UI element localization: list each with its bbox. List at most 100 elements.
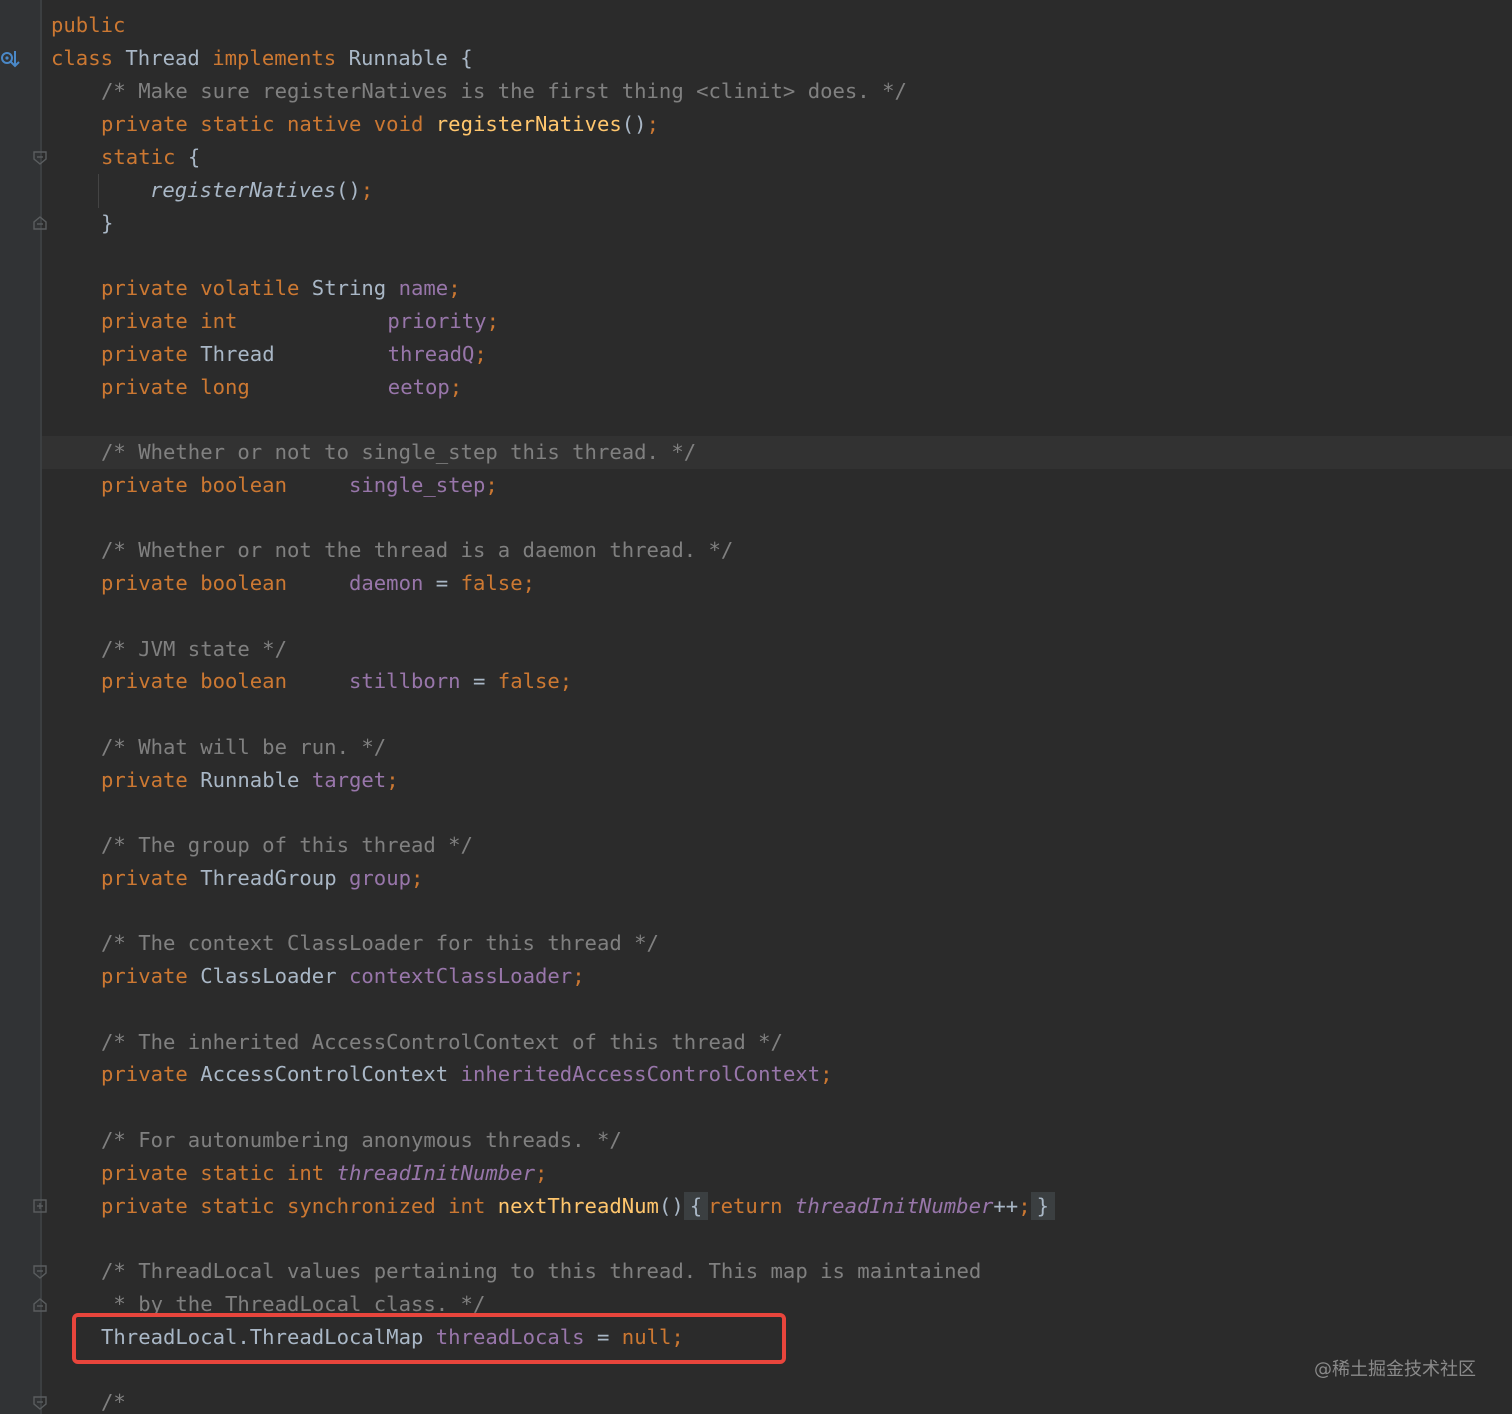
code-line[interactable]: private static int threadInitNumber; (101, 1157, 547, 1190)
code-line[interactable]: private boolean stillborn = false; (101, 665, 572, 698)
type-name: ClassLoader (200, 964, 337, 988)
field-name: target (311, 768, 387, 792)
keyword: private boolean (101, 571, 287, 595)
code-line[interactable]: private long eetop; (101, 371, 462, 404)
code-line[interactable]: private Thread threadQ; (101, 338, 487, 371)
punctuation: () (658, 1194, 684, 1218)
field-name: threadQ (387, 342, 475, 366)
folded-block-start[interactable]: { (683, 1192, 709, 1220)
code-line[interactable]: static { (101, 141, 200, 174)
code-line[interactable]: /* The inherited AccessControlContext of… (101, 1026, 783, 1059)
comment: /* The inherited AccessControlContext of… (101, 1030, 783, 1054)
keyword: private (101, 1062, 188, 1086)
code-line[interactable]: /* (101, 1386, 126, 1414)
highlight-annotation-box (72, 1313, 786, 1364)
field-name: stillborn (348, 669, 461, 693)
fold-icon[interactable] (33, 1298, 47, 1312)
comment: /* JVM state */ (101, 637, 287, 661)
comment: /* ThreadLocal values pertaining to this… (101, 1259, 982, 1283)
code-line[interactable]: private static synchronized int nextThre… (101, 1190, 1055, 1223)
keyword: implements (212, 46, 337, 70)
keyword: private boolean (101, 473, 287, 497)
code-line[interactable]: registerNatives(); (150, 174, 373, 207)
keyword: private (101, 964, 188, 988)
keyword: private volatile (101, 276, 300, 300)
folded-block-end[interactable]: } (1030, 1192, 1055, 1220)
keyword: private boolean (101, 669, 287, 693)
code-line[interactable]: } (101, 207, 113, 240)
comment: /* Make sure registerNatives is the firs… (101, 79, 907, 103)
keyword: public (51, 13, 126, 37)
field-name: daemon (348, 571, 424, 595)
expand-fold-icon[interactable] (33, 1199, 47, 1213)
keyword: private (101, 342, 188, 366)
type-name: AccessControlContext (200, 1062, 449, 1086)
code-line[interactable]: /* Whether or not to single_step this th… (101, 436, 696, 469)
keyword: private int (101, 309, 238, 333)
comment: /* What will be run. */ (101, 735, 387, 759)
method-name: registerNatives (435, 112, 622, 136)
keyword: static (101, 145, 176, 169)
fold-icon[interactable] (33, 216, 47, 230)
code-line[interactable]: /* The group of this thread */ (101, 829, 473, 862)
semicolon: ; (485, 473, 498, 497)
comment: /* The context ClassLoader for this thre… (101, 931, 659, 955)
code-line[interactable]: /* For autonumbering anonymous threads. … (101, 1124, 622, 1157)
code-line[interactable]: private Runnable target; (101, 764, 399, 797)
code-line[interactable]: private boolean single_step; (101, 469, 498, 502)
comment: /* Whether or not the thread is a daemon… (101, 538, 734, 562)
code-line[interactable]: private int priority; (101, 305, 499, 338)
semicolon: ; (559, 669, 573, 693)
code-line[interactable]: private boolean daemon = false; (101, 567, 535, 600)
code-line[interactable]: /* JVM state */ (101, 633, 287, 666)
fold-icon[interactable] (33, 1396, 47, 1410)
comment: /* (101, 1390, 126, 1414)
field-name: inheritedAccessControlContext (460, 1062, 821, 1086)
code-line[interactable]: /* ThreadLocal values pertaining to this… (101, 1255, 981, 1288)
semicolon: ; (449, 375, 463, 399)
code-line[interactable]: public (51, 9, 125, 42)
keyword: private (101, 866, 188, 890)
code-line[interactable]: private volatile String name; (101, 272, 461, 305)
code-line[interactable]: /* What will be run. */ (101, 731, 386, 764)
field-name: name (398, 276, 449, 300)
code-line[interactable]: class Thread implements Runnable { (51, 42, 473, 75)
semicolon: ; (820, 1062, 833, 1086)
code-line[interactable]: private static native void registerNativ… (101, 108, 659, 141)
field-name: contextClassLoader (349, 964, 573, 988)
implements-marker-icon[interactable] (0, 48, 22, 70)
fold-icon[interactable] (33, 1265, 47, 1279)
keyword: false (460, 571, 523, 595)
type-name: String (311, 276, 387, 300)
operator: = (472, 669, 486, 693)
comment: /* Whether or not to single_step this th… (101, 440, 697, 464)
keyword: return (708, 1194, 783, 1218)
code-line[interactable]: /* Whether or not the thread is a daemon… (101, 534, 733, 567)
method-name: nextThreadNum (497, 1194, 659, 1218)
code-line[interactable]: /* Make sure registerNatives is the firs… (101, 75, 907, 108)
semicolon: ; (572, 964, 585, 988)
fold-icon[interactable] (33, 151, 47, 165)
comment: /* The group of this thread */ (101, 833, 473, 857)
semicolon: ; (448, 276, 461, 300)
code-line[interactable]: private ClassLoader contextClassLoader; (101, 960, 585, 993)
code-line[interactable]: private AccessControlContext inheritedAc… (101, 1058, 833, 1091)
keyword: private static int (101, 1161, 325, 1185)
punctuation: () (335, 178, 361, 202)
keyword: private long (101, 375, 250, 399)
field-name: priority (387, 309, 487, 333)
comment: /* For autonumbering anonymous threads. … (101, 1128, 622, 1152)
type-name: Thread (200, 342, 275, 366)
punctuation: () (621, 112, 647, 136)
semicolon: ; (474, 342, 487, 366)
field-name: eetop (387, 375, 450, 399)
code-line[interactable]: private ThreadGroup group; (101, 862, 423, 895)
indent-guide (98, 174, 99, 208)
semicolon: ; (486, 309, 499, 333)
semicolon: ; (534, 1161, 548, 1185)
field-name: single_step (348, 473, 486, 497)
type-name: ThreadGroup (200, 866, 337, 890)
code-editor[interactable]: public class Thread implements Runnable … (0, 0, 1512, 1414)
static-field-name: threadInitNumber (794, 1194, 994, 1218)
code-line[interactable]: /* The context ClassLoader for this thre… (101, 927, 659, 960)
